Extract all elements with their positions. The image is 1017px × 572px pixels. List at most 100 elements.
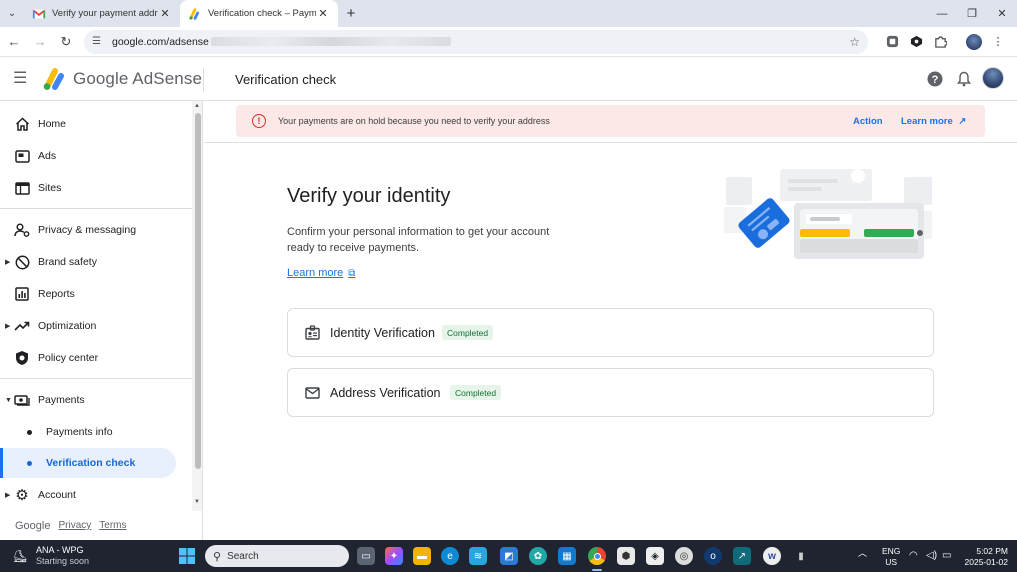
sidebar-item-privacy-messaging[interactable]: Privacy & messaging <box>0 215 192 245</box>
app-icon[interactable]: ◩ <box>500 547 518 565</box>
active-indicator <box>0 448 3 478</box>
collapse-arrow-icon[interactable]: ▼ <box>5 397 12 404</box>
app-icon[interactable]: ↗ <box>733 547 751 565</box>
browser-tab-gmail[interactable]: Verify your payment address in ✕ <box>24 0 180 27</box>
edge-icon[interactable]: e <box>441 547 459 565</box>
volume-icon[interactable]: ◁) <box>926 550 937 561</box>
sidebar-item-payments[interactable]: ▼ Payments <box>0 385 192 415</box>
expand-arrow-icon[interactable]: ▶ <box>5 322 10 330</box>
app-icon[interactable]: w <box>763 547 781 565</box>
banner-divider <box>204 142 1017 143</box>
tab-title: Verification check – Payments – <box>208 8 316 19</box>
url-redacted <box>210 37 451 46</box>
notifications-bell-icon[interactable] <box>955 70 973 88</box>
identity-verification-card[interactable]: Identity Verification Completed <box>287 308 934 357</box>
external-link-icon: ⧉ <box>348 267 356 279</box>
close-tab-icon[interactable]: ✕ <box>158 7 172 20</box>
app-icon[interactable]: ≋ <box>469 547 487 565</box>
card-title: Identity Verification <box>330 325 435 340</box>
external-link-icon: ↗ <box>958 115 967 127</box>
app-icon[interactable]: ◎ <box>675 547 693 565</box>
extension-icon[interactable] <box>904 30 928 54</box>
extension-icon[interactable] <box>880 30 904 54</box>
sidebar-item-policy-center[interactable]: Policy center <box>0 343 192 373</box>
app-header: ☰ Google AdSense Verification check ? <box>0 58 1017 101</box>
new-tab-button[interactable]: + <box>338 0 364 27</box>
scroll-up-icon[interactable]: ▲ <box>194 103 200 109</box>
chrome-icon[interactable] <box>588 547 606 565</box>
expand-arrow-icon[interactable]: ▶ <box>5 258 10 266</box>
task-view-icon[interactable]: ▭ <box>357 547 375 565</box>
ads-icon <box>14 148 30 164</box>
privacy-link[interactable]: Privacy <box>58 520 91 531</box>
sidebar-item-label: Payments <box>38 394 85 406</box>
terms-link[interactable]: Terms <box>99 520 126 531</box>
gear-icon: ⚙ <box>15 487 29 504</box>
browser-menu-icon[interactable]: ⋮ <box>986 30 1010 54</box>
learn-more-link[interactable]: Learn more ⧉ <box>287 267 355 279</box>
widget-title: ANA - WPG <box>36 545 84 555</box>
sidebar-item-label: Verification check <box>46 457 136 469</box>
copilot-icon[interactable]: ✦ <box>385 547 403 565</box>
minimize-icon[interactable]: — <box>927 0 957 27</box>
tray-overflow-icon[interactable]: ︿ <box>858 546 867 559</box>
main-content: ! Your payments are on hold because you … <box>204 101 1017 540</box>
sidebar-item-verification-check[interactable]: Verification check <box>0 448 176 478</box>
battery-icon[interactable]: ▭ <box>942 550 951 561</box>
profile-icon[interactable] <box>962 30 986 54</box>
bookmark-star-icon[interactable]: ☆ <box>849 35 860 49</box>
sidebar-item-label: Payments info <box>46 426 113 438</box>
reload-icon[interactable]: ↻ <box>54 30 78 54</box>
sidebar-divider <box>0 378 192 379</box>
address-bar[interactable]: ☰ google.com/adsense ☆ <box>84 29 868 54</box>
app-icon[interactable]: ◈ <box>646 547 664 565</box>
back-icon[interactable]: ← <box>2 30 26 54</box>
sidebar-item-payments-info[interactable]: Payments info <box>0 417 192 447</box>
sidebar-item-ads[interactable]: Ads <box>0 141 192 171</box>
mail-icon <box>304 385 320 401</box>
language-indicator[interactable]: ENG US <box>882 546 900 568</box>
sidebar-item-optimization[interactable]: ▶ Optimization <box>0 311 192 341</box>
site-info-icon[interactable]: ☰ <box>92 36 106 47</box>
scrollbar-thumb[interactable] <box>195 113 201 469</box>
page-title: Verification check <box>235 72 337 87</box>
system-clock[interactable]: 5:02 PM 2025-01-02 <box>962 546 1008 568</box>
region-code: US <box>885 557 898 567</box>
calculator-icon[interactable]: ▦ <box>558 547 576 565</box>
file-explorer-icon[interactable]: ▬ <box>413 547 431 565</box>
forward-icon[interactable]: → <box>28 30 52 54</box>
weather-widget[interactable]: ⛸ ANA - WPG Starting soon <box>12 545 89 567</box>
sidebar-item-brand-safety[interactable]: ▶ Brand safety <box>0 247 192 277</box>
menu-icon[interactable]: ☰ <box>13 70 31 88</box>
sidebar-item-sites[interactable]: Sites <box>0 173 192 203</box>
expand-arrow-icon[interactable]: ▶ <box>5 491 10 499</box>
app-icon[interactable]: ▮ <box>792 547 810 565</box>
windows-start-icon[interactable] <box>179 548 195 564</box>
window-controls: — ❐ ✕ <box>927 0 1017 27</box>
sidebar-item-reports[interactable]: Reports <box>0 279 192 309</box>
url-text: google.com/adsense <box>112 35 209 48</box>
app-icon[interactable]: ⬢ <box>617 547 635 565</box>
sidebar-scrollbar[interactable]: ▲ ▼ <box>192 101 202 511</box>
app-icon[interactable]: ✿ <box>529 547 547 565</box>
account-avatar[interactable] <box>982 67 1004 89</box>
browser-tab-adsense[interactable]: Verification check – Payments – ✕ <box>180 0 338 27</box>
active-app-indicator <box>592 569 602 571</box>
maximize-icon[interactable]: ❐ <box>957 0 987 27</box>
banner-learn-more-link[interactable]: Learn more ↗ <box>901 116 966 127</box>
close-window-icon[interactable]: ✕ <box>987 0 1017 27</box>
tab-search-button[interactable]: ⌄ <box>0 0 24 27</box>
help-icon[interactable]: ? <box>926 70 944 88</box>
learn-more-label: Learn more <box>287 267 344 279</box>
address-verification-card[interactable]: Address Verification Completed <box>287 368 934 417</box>
sidebar-item-home[interactable]: Home <box>0 109 192 139</box>
svg-text:?: ? <box>932 74 939 86</box>
taskbar-search[interactable]: ⚲ Search <box>205 545 349 567</box>
sidebar-item-account[interactable]: ▶ ⚙ Account <box>0 480 192 510</box>
banner-action-button[interactable]: Action <box>853 116 883 127</box>
app-icon[interactable]: o <box>704 547 722 565</box>
wifi-icon[interactable]: ◠ <box>909 550 918 561</box>
scroll-down-icon[interactable]: ▼ <box>194 499 200 505</box>
close-tab-icon[interactable]: ✕ <box>316 7 330 20</box>
puzzle-icon[interactable] <box>928 30 952 54</box>
